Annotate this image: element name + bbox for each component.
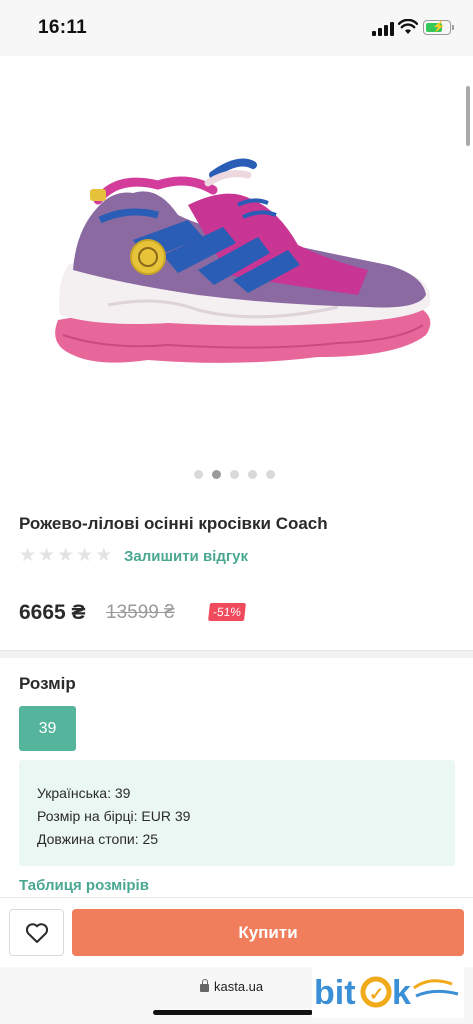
old-price: 13599 ₴ xyxy=(106,602,175,623)
leave-review-link[interactable]: Залишити відгук xyxy=(124,548,248,565)
home-indicator[interactable] xyxy=(153,1010,313,1015)
scrollbar[interactable] xyxy=(466,86,470,146)
size-ukrainian: Українська: 39 xyxy=(37,785,131,801)
current-price: 6665 ₴ xyxy=(19,601,86,624)
lock-icon xyxy=(200,979,209,992)
gallery-pagination[interactable] xyxy=(194,470,275,480)
gallery-dot[interactable] xyxy=(212,470,221,479)
product-title: Рожево-лілові осінні кросівки Coach xyxy=(19,514,328,533)
bitok-watermark-logo: bit ✓ k xyxy=(312,966,464,1018)
battery-cap xyxy=(452,25,454,30)
gallery-dot[interactable] xyxy=(266,470,275,479)
svg-text:k: k xyxy=(392,974,411,1012)
discount-badge: -51% xyxy=(208,603,246,621)
star-icon[interactable]: ★ xyxy=(57,546,74,566)
size-heading: Розмір xyxy=(19,674,76,693)
star-icon[interactable]: ★ xyxy=(38,546,55,566)
size-option-button[interactable]: 39 xyxy=(19,706,76,751)
gallery-dot[interactable] xyxy=(194,470,203,479)
rating-stars[interactable]: ★ ★ ★ ★ ★ xyxy=(19,546,112,566)
status-time: 16:11 xyxy=(38,17,88,38)
size-table-link[interactable]: Таблиця розмірів xyxy=(19,877,149,894)
url-text: kasta.ua xyxy=(214,979,264,994)
foot-length: Довжина стопи: 25 xyxy=(37,831,159,847)
heart-icon xyxy=(25,922,48,943)
star-icon[interactable]: ★ xyxy=(19,546,36,566)
buy-button[interactable]: Купити xyxy=(72,909,464,956)
battery-icon: ⚡ xyxy=(423,20,451,35)
section-divider xyxy=(0,650,473,658)
size-info-panel: Українська: 39 Розмір на бірці: EUR 39 Д… xyxy=(19,760,455,866)
star-icon[interactable]: ★ xyxy=(95,546,112,566)
star-icon[interactable]: ★ xyxy=(76,546,93,566)
gallery-dot[interactable] xyxy=(248,470,257,479)
size-tag: Розмір на бірці: EUR 39 xyxy=(37,808,191,824)
wifi-icon xyxy=(398,19,418,34)
favorite-button[interactable] xyxy=(9,909,64,956)
gallery-dot[interactable] xyxy=(230,470,239,479)
product-image[interactable] xyxy=(38,145,438,385)
url-bar[interactable]: kasta.ua xyxy=(200,979,263,994)
status-bar: 16:11 ⚡ xyxy=(0,0,473,56)
cellular-signal-icon xyxy=(372,22,394,36)
svg-text:✓: ✓ xyxy=(369,984,384,1004)
svg-text:bit: bit xyxy=(314,974,356,1012)
